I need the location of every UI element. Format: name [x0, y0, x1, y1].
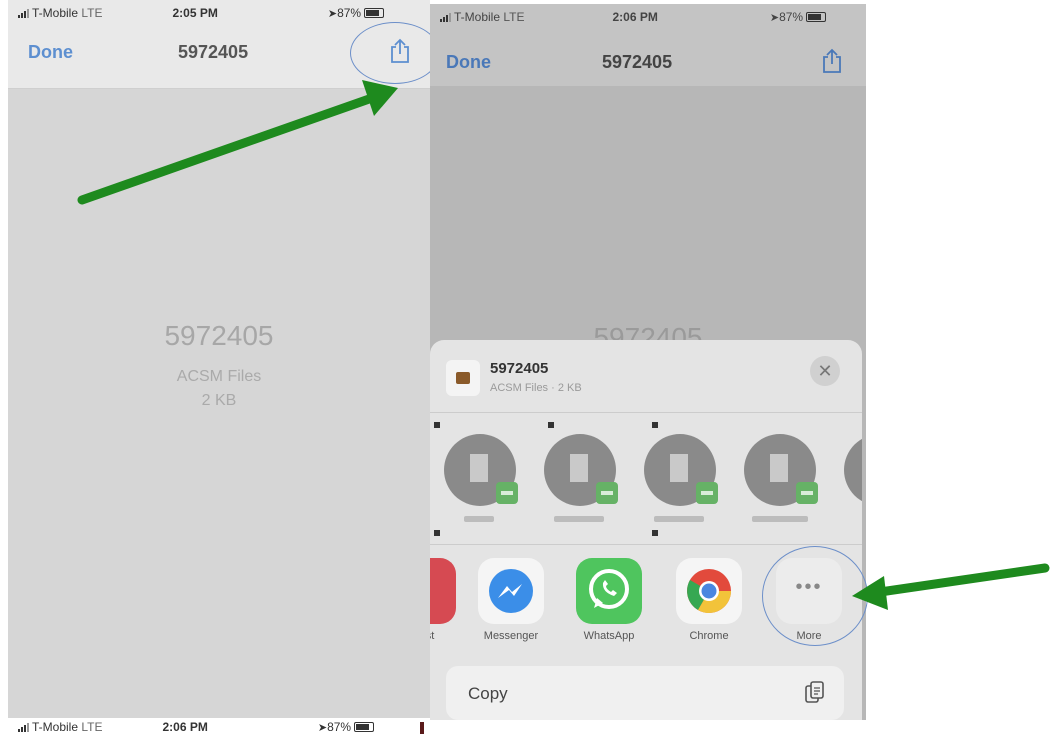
- app-label: Messenger: [483, 630, 539, 642]
- battery-percent: 87%: [779, 10, 804, 24]
- message-badge-icon: [496, 482, 518, 504]
- chrome-app-button[interactable]: [676, 558, 742, 624]
- whatsapp-icon: [589, 569, 629, 609]
- sheet-file-name: 5972405: [490, 360, 549, 377]
- signal-icon: [18, 722, 29, 732]
- selection-handle: [652, 530, 658, 536]
- contact-name: [554, 516, 604, 522]
- nav-title: 5972405: [178, 42, 249, 62]
- status-time: 2:05 PM: [172, 6, 218, 20]
- app-label: WhatsApp: [583, 630, 635, 642]
- share-icon: [823, 48, 841, 73]
- done-button[interactable]: Done: [446, 52, 491, 73]
- battery-percent: 87%: [337, 6, 362, 20]
- share-annotation-ring: [350, 22, 440, 84]
- status-time: 2:06 PM: [162, 720, 208, 734]
- chrome-icon: [687, 569, 731, 613]
- copy-icon: [805, 681, 824, 703]
- file-size: 2 KB: [201, 392, 237, 409]
- carrier-label: T-Mobile: [32, 6, 79, 20]
- close-button[interactable]: ✕: [810, 356, 840, 386]
- contact-name: [464, 516, 494, 522]
- message-badge-icon: [796, 482, 818, 504]
- selection-handle: [434, 530, 440, 536]
- sheet-divider: [430, 412, 862, 413]
- app-label-partial: st: [430, 630, 435, 642]
- file-name: 5972405: [164, 320, 274, 351]
- copy-action-row[interactable]: Copy: [446, 666, 844, 720]
- location-icon: ➤: [317, 721, 328, 734]
- network-label: LTE: [81, 6, 103, 20]
- right-status-bar: T-Mobile LTE 2:06 PM ➤ 87%: [440, 10, 860, 24]
- battery-icon: [354, 722, 375, 732]
- contact-suggestion[interactable]: [844, 434, 862, 506]
- file-type: ACSM Files: [176, 368, 262, 385]
- contact-name: [752, 516, 808, 522]
- share-button[interactable]: [822, 48, 842, 74]
- carrier-label: T-Mobile: [454, 10, 501, 24]
- contact-suggestion[interactable]: [644, 434, 718, 506]
- battery-icon: [806, 12, 827, 22]
- copy-label: Copy: [468, 684, 508, 703]
- whatsapp-app-button[interactable]: [576, 558, 642, 624]
- close-icon: ✕: [817, 361, 833, 381]
- carrier-label: T-Mobile: [32, 720, 79, 734]
- messenger-icon: [489, 569, 533, 613]
- status-time: 2:06 PM: [612, 10, 658, 24]
- contact-suggestion[interactable]: [544, 434, 618, 506]
- location-icon: ➤: [327, 7, 338, 20]
- arrow-to-more-icon: [852, 563, 1050, 610]
- done-button[interactable]: Done: [28, 42, 73, 63]
- contact-suggestion[interactable]: [444, 434, 518, 506]
- network-label: LTE: [503, 10, 525, 24]
- more-annotation-ring: [762, 546, 868, 646]
- network-label: LTE: [81, 720, 103, 734]
- selection-handle: [548, 422, 554, 428]
- location-icon: ➤: [769, 11, 780, 24]
- partial-app-icon[interactable]: [430, 558, 456, 624]
- file-thumbnail-icon: [446, 360, 480, 396]
- share-sheet: 5972405 ACSM Files · 2 KB ✕ s: [430, 340, 862, 720]
- signal-icon: [440, 12, 451, 22]
- selection-handle: [652, 422, 658, 428]
- app-label: Chrome: [689, 630, 729, 642]
- edge-marker: [420, 722, 424, 734]
- signal-icon: [18, 8, 29, 18]
- bottom-status-bar: T-Mobile LTE 2:06 PM ➤ 87%: [18, 720, 418, 734]
- battery-percent: 87%: [327, 720, 352, 734]
- messenger-app-button[interactable]: [478, 558, 544, 624]
- contact-suggestion[interactable]: [744, 434, 818, 506]
- nav-title: 5972405: [602, 52, 673, 72]
- battery-icon: [364, 8, 385, 18]
- left-phone-screen: T-Mobile LTE 2:05 PM ➤ 87% Done 5972405 …: [8, 0, 430, 718]
- selection-handle: [434, 422, 440, 428]
- message-badge-icon: [696, 482, 718, 504]
- contact-name: [654, 516, 704, 522]
- left-status-bar: T-Mobile LTE 2:05 PM ➤ 87%: [18, 6, 418, 20]
- message-badge-icon: [596, 482, 618, 504]
- sheet-file-meta: ACSM Files · 2 KB: [490, 382, 582, 394]
- sheet-divider: [430, 544, 862, 545]
